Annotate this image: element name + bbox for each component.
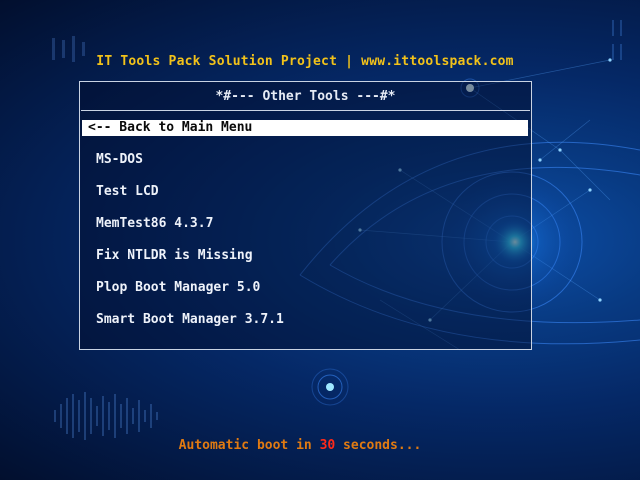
countdown-seconds: 30 (319, 438, 336, 453)
menu-item-ms-dos[interactable]: MS-DOS (80, 152, 531, 168)
menu-item-label: Fix NTLDR is Missing (96, 248, 253, 263)
menu-item-back-to-main-menu[interactable]: <-- Back to Main Menu (82, 120, 528, 136)
menu-item-memtest86[interactable]: MemTest86 4.3.7 (80, 216, 531, 232)
countdown-suffix: seconds... (343, 438, 422, 453)
menu-title: *#--- Other Tools ---#* (215, 89, 396, 104)
autoboot-countdown: Automatic boot in 30 seconds... (0, 438, 600, 453)
countdown-prefix: Automatic boot in (178, 438, 312, 453)
menu-item-fix-ntldr[interactable]: Fix NTLDR is Missing (80, 248, 531, 264)
menu-item-label: Test LCD (96, 184, 159, 199)
menu-item-label: Smart Boot Manager 3.7.1 (96, 312, 284, 327)
menu-item-label: MemTest86 4.3.7 (96, 216, 214, 231)
menu-item-label: <-- Back to Main Menu (88, 120, 253, 135)
menu-item-label: Plop Boot Manager 5.0 (96, 280, 261, 295)
menu-item-test-lcd[interactable]: Test LCD (80, 184, 531, 200)
menu-item-smart-boot-manager[interactable]: Smart Boot Manager 3.7.1 (80, 312, 531, 328)
boot-menu: *#--- Other Tools ---#* <-- Back to Main… (79, 81, 532, 350)
header-title: IT Tools Pack Solution Project | www.itt… (96, 54, 514, 69)
menu-item-label: MS-DOS (96, 152, 143, 167)
menu-divider (81, 110, 530, 111)
menu-item-plop-boot-manager[interactable]: Plop Boot Manager 5.0 (80, 280, 531, 296)
